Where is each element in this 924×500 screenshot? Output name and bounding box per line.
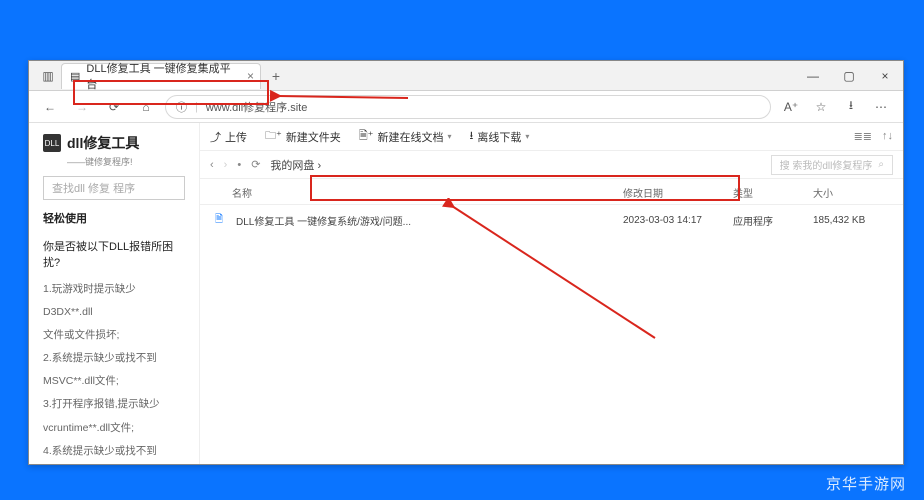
- site-sidebar: DLL dll修复工具 ——键修复程序! 查找dll 修复 程序 轻松使用 你是…: [29, 123, 199, 464]
- file-date: 2023-03-03 14:17: [623, 215, 733, 226]
- breadcrumb-row: ‹ › • ⟳ 我的网盘 › 搜 索我的dll修复程序 ⌕: [200, 151, 903, 179]
- url-field[interactable]: ⓘ | www.dll修复程序.site: [165, 95, 771, 119]
- tabs-overview-icon[interactable]: ▥: [35, 63, 61, 89]
- forward-button[interactable]: →: [69, 94, 95, 120]
- upload-icon: ⤴: [210, 129, 221, 145]
- problem-item: 3.打开程序报错,提示缺少: [43, 393, 185, 416]
- browser-window: ▥ ▤ DLL修复工具 一键修复集成平台 × + — ▢ × ← → ⟳ ⌂ ⓘ…: [28, 60, 904, 465]
- site-search-input[interactable]: 查找dll 修复 程序: [43, 176, 185, 200]
- file-manager-pane: ⤴ 上传 🗀⁺ 新建文件夹 🗎⁺ 新建在线文档 ▾ ⭳ 离线下载 ▾: [199, 123, 903, 464]
- new-folder-label: 新建文件夹: [286, 129, 341, 145]
- tab-title: DLL修复工具 一键修复集成平台: [86, 60, 234, 92]
- chevron-down-icon: ▾: [525, 132, 529, 141]
- upload-button[interactable]: ⤴ 上传: [210, 129, 247, 145]
- nav-back-button[interactable]: ‹: [210, 159, 214, 171]
- site-title-main: dll修复工具: [67, 133, 139, 153]
- page-content: DLL dll修复工具 ——键修复程序! 查找dll 修复 程序 轻松使用 你是…: [29, 123, 903, 464]
- problem-item: qt5core.dll文件;: [43, 463, 185, 464]
- download-button[interactable]: ⭳: [837, 94, 865, 120]
- watermark-text: 京华手游网: [826, 473, 906, 494]
- site-info-icon[interactable]: ⓘ: [176, 99, 187, 115]
- col-name-header[interactable]: 名称: [232, 185, 623, 200]
- new-tab-button[interactable]: +: [261, 68, 285, 84]
- problem-item: MSVC**.dll文件;: [43, 370, 185, 393]
- close-button[interactable]: ×: [867, 61, 903, 91]
- problem-item: vcruntime**.dll文件;: [43, 417, 185, 440]
- problem-item: 2.系统提示缺少或找不到: [43, 347, 185, 370]
- side-heading: 轻松使用: [43, 210, 185, 226]
- file-type-icon: 🗎: [210, 211, 228, 229]
- col-type-header[interactable]: 类型: [733, 185, 813, 200]
- nav-fwd-button[interactable]: ›: [224, 159, 228, 171]
- new-online-label: 新建在线文档: [377, 129, 443, 145]
- refresh-button[interactable]: ⟳: [101, 94, 127, 120]
- file-size: 185,432 KB: [813, 215, 893, 226]
- problem-item: 4.系统提示缺少或找不到: [43, 440, 185, 463]
- file-type: 应用程序: [733, 213, 813, 228]
- search-icon: ⌕: [878, 159, 884, 170]
- text-size-button[interactable]: A⁺: [777, 94, 805, 120]
- more-button[interactable]: ⋯: [867, 94, 895, 120]
- problem-item: 1.玩游戏时提示缺少D3DX**.dll: [43, 278, 185, 324]
- address-bar: ← → ⟳ ⌂ ⓘ | www.dll修复程序.site A⁺ ☆ ⭳ ⋯: [29, 91, 903, 123]
- file-search-placeholder: 搜 索我的dll修复程序: [780, 157, 873, 172]
- view-mode-button[interactable]: ≣≣: [854, 130, 872, 143]
- file-name: DLL修复工具 一键修复系统/游戏/问题...: [236, 213, 411, 228]
- minimize-button[interactable]: —: [795, 61, 831, 91]
- back-button[interactable]: ←: [37, 94, 63, 120]
- nav-dot-icon: •: [237, 159, 241, 171]
- site-title: DLL dll修复工具: [43, 133, 185, 153]
- file-table-header: 名称 修改日期 类型 大小: [200, 179, 903, 205]
- new-online-doc-button[interactable]: 🗎⁺ 新建在线文档 ▾: [359, 127, 452, 146]
- tab-strip: ▥ ▤ DLL修复工具 一键修复集成平台 × + — ▢ ×: [29, 61, 903, 91]
- home-button[interactable]: ⌂: [133, 94, 159, 120]
- address-right-actions: A⁺ ☆ ⭳ ⋯: [777, 94, 895, 120]
- col-size-header[interactable]: 大小: [813, 185, 893, 200]
- nav-refresh-button[interactable]: ⟳: [251, 158, 260, 171]
- site-logo-icon: DLL: [43, 134, 61, 152]
- file-search-input[interactable]: 搜 索我的dll修复程序 ⌕: [771, 155, 893, 175]
- col-date-header[interactable]: 修改日期: [623, 185, 733, 200]
- folder-plus-icon: 🗀⁺: [265, 127, 282, 146]
- page-favicon-icon: ▤: [70, 70, 80, 83]
- window-controls: — ▢ ×: [795, 61, 903, 91]
- chevron-down-icon: ▾: [447, 132, 451, 141]
- faq-question: 你是否被以下DLL报错所困扰?: [43, 238, 185, 270]
- problem-list: 1.玩游戏时提示缺少D3DX**.dll文件或文件损坏;2.系统提示缺少或找不到…: [43, 278, 185, 464]
- table-row[interactable]: 🗎 DLL修复工具 一键修复系统/游戏/问题... 2023-03-03 14:17…: [200, 205, 903, 235]
- doc-plus-icon: 🗎⁺: [359, 127, 374, 146]
- offline-download-button[interactable]: ⭳ 离线下载 ▾: [469, 127, 529, 146]
- offline-label: 离线下载: [477, 129, 521, 145]
- site-title-sub: ——键修复程序!: [67, 155, 185, 168]
- file-toolbar: ⤴ 上传 🗀⁺ 新建文件夹 🗎⁺ 新建在线文档 ▾ ⭳ 离线下载 ▾: [200, 123, 903, 151]
- site-search-placeholder: 查找dll 修复 程序: [52, 180, 135, 196]
- tab-close-button[interactable]: ×: [247, 69, 254, 83]
- sort-button[interactable]: ↑↓: [882, 130, 893, 143]
- breadcrumb-path[interactable]: 我的网盘 ›: [270, 157, 760, 173]
- new-folder-button[interactable]: 🗀⁺ 新建文件夹: [265, 127, 341, 146]
- maximize-button[interactable]: ▢: [831, 61, 867, 91]
- url-text: www.dll修复程序.site: [206, 99, 307, 115]
- upload-label: 上传: [225, 129, 247, 145]
- browser-tab[interactable]: ▤ DLL修复工具 一键修复集成平台 ×: [61, 63, 261, 89]
- download-icon: ⭳: [469, 127, 473, 146]
- file-table-body: 🗎 DLL修复工具 一键修复系统/游戏/问题... 2023-03-03 14:17…: [200, 205, 903, 235]
- problem-item: 文件或文件损坏;: [43, 324, 185, 347]
- favorite-button[interactable]: ☆: [807, 94, 835, 120]
- url-separator: |: [195, 101, 198, 113]
